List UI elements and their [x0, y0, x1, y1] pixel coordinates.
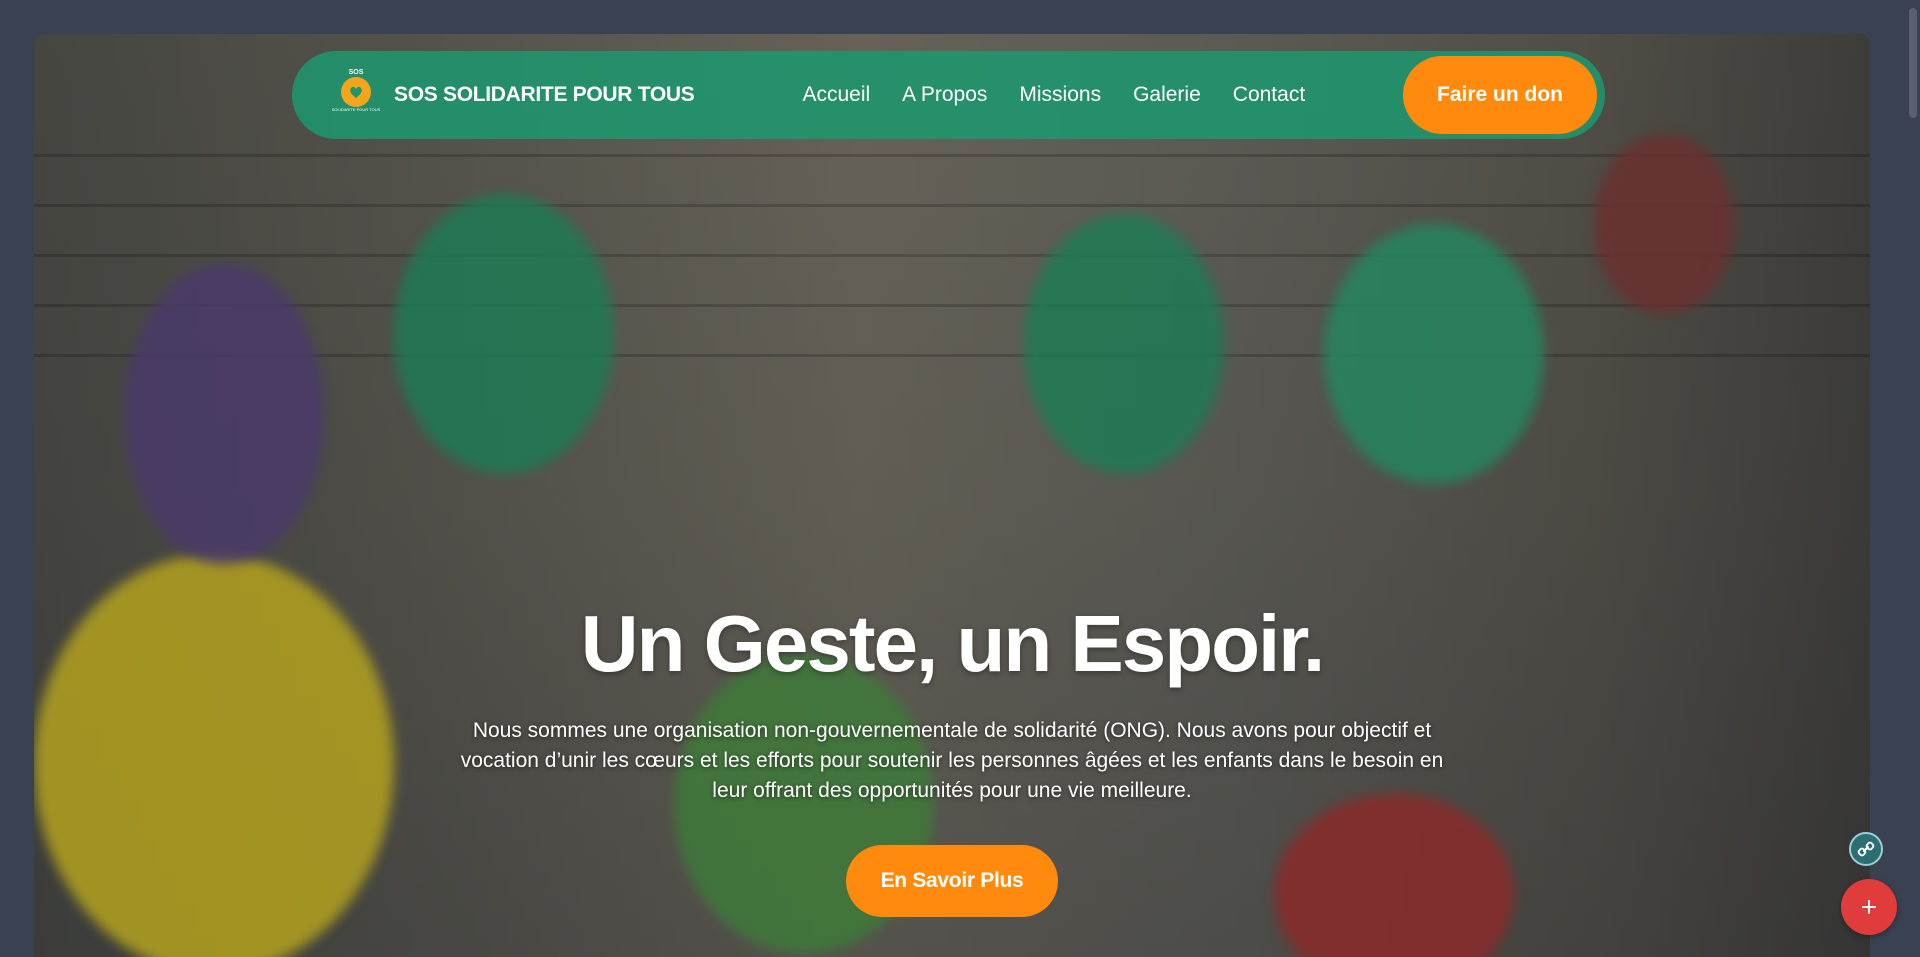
donate-button[interactable]: Faire un don: [1403, 56, 1597, 134]
background-shape: [124, 264, 324, 564]
hero-section: [34, 34, 1870, 957]
scrollbar[interactable]: [1906, 0, 1920, 957]
brand-name[interactable]: SOS SOLIDARITE POUR TOUS: [394, 83, 695, 107]
background-shape: [1274, 794, 1514, 957]
scrollbar-thumb[interactable]: [1909, 8, 1917, 118]
background-shape: [1324, 224, 1544, 484]
background-detail: [34, 254, 1870, 257]
logo[interactable]: SOS SOLIDARITE POUR TOUS: [332, 69, 381, 121]
learn-more-button[interactable]: En Savoir Plus: [846, 845, 1058, 917]
background-shape: [1594, 134, 1734, 314]
background-detail: [34, 154, 1870, 157]
hero-description: Nous sommes une organisation non-gouvern…: [460, 719, 1444, 802]
logo-top-text: SOS: [348, 69, 364, 76]
background-shape: [1024, 214, 1224, 474]
link-icon[interactable]: [1849, 832, 1883, 866]
nav-link-contact[interactable]: Contact: [1233, 83, 1305, 107]
heart-hand-icon: [341, 77, 371, 107]
background-detail: [34, 304, 1870, 307]
nav-link-missions[interactable]: Missions: [1019, 83, 1101, 107]
nav-link-a-propos[interactable]: A Propos: [902, 83, 987, 107]
nav-links: Accueil A Propos Missions Galerie Contac…: [802, 83, 1337, 107]
hero-title: Un Geste, un Espoir.: [580, 599, 1325, 688]
plus-icon[interactable]: [1841, 879, 1897, 935]
background-shape: [394, 194, 614, 474]
nav-link-accueil[interactable]: Accueil: [802, 83, 870, 107]
navbar: SOS SOLIDARITE POUR TOUS SOS SOLIDARITE …: [292, 51, 1605, 139]
nav-link-galerie[interactable]: Galerie: [1133, 83, 1201, 107]
logo-bottom-text: SOLIDARITE POUR TOUS: [331, 107, 381, 112]
